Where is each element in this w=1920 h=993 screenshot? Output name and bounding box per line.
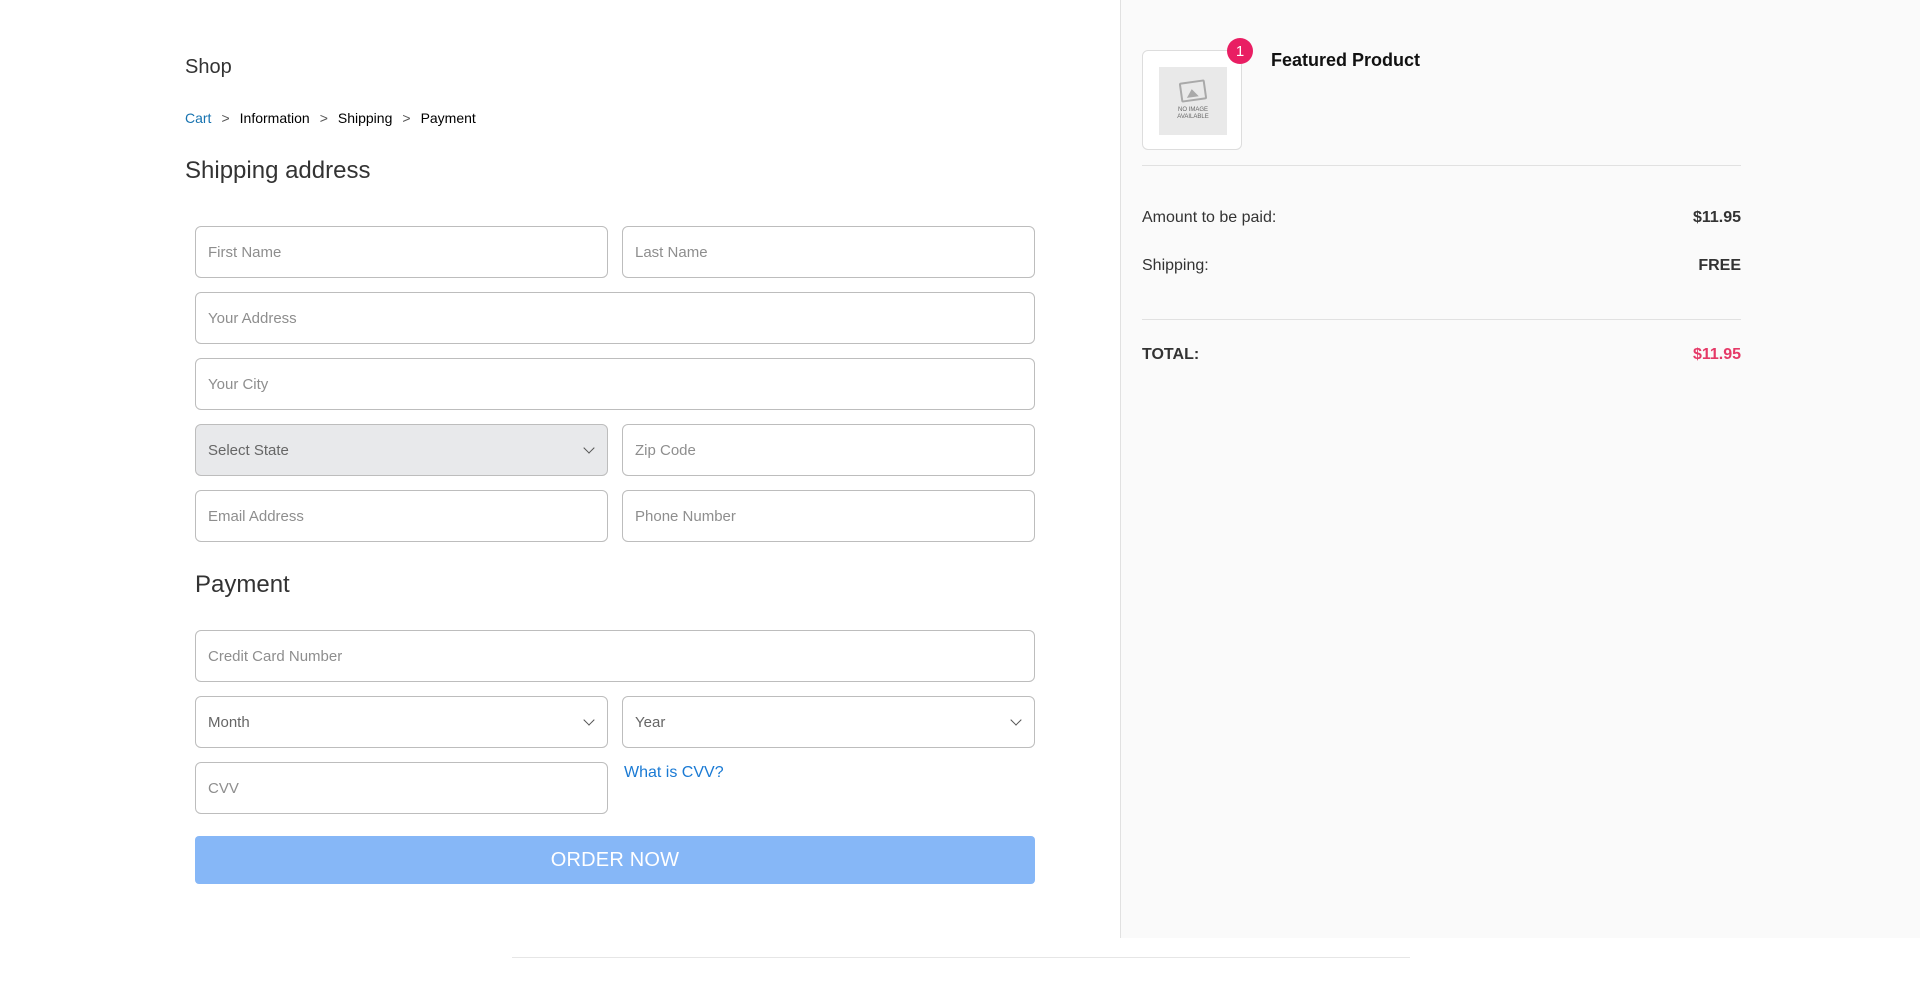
shop-title[interactable]: Shop (185, 56, 232, 79)
order-now-button[interactable]: ORDER NOW (195, 836, 1035, 884)
state-select-value: Select State (208, 441, 289, 459)
shipping-row: Shipping: FREE (1142, 257, 1741, 275)
payment-heading: Payment (195, 571, 290, 598)
state-select[interactable]: Select State (195, 424, 608, 476)
email-field[interactable] (195, 490, 608, 542)
zip-code-field[interactable] (622, 424, 1035, 476)
footer-divider (512, 957, 1410, 958)
breadcrumb-shipping: Shipping (337, 110, 393, 126)
email-input[interactable] (208, 507, 595, 525)
no-image-icon: NO IMAGE AVAILABLE (1159, 67, 1227, 135)
city-field[interactable] (195, 358, 1035, 410)
order-summary-panel: NO IMAGE AVAILABLE 1 Featured Product Am… (1120, 0, 1920, 938)
month-select-value: Month (208, 713, 250, 731)
breadcrumb-cart[interactable]: Cart (185, 110, 211, 126)
credit-card-input[interactable] (208, 647, 1022, 665)
last-name-input[interactable] (635, 243, 1022, 261)
credit-card-field[interactable] (195, 630, 1035, 682)
breadcrumb-payment: Payment (420, 110, 476, 126)
chevron-down-icon (1010, 713, 1022, 726)
cvv-field[interactable] (195, 762, 608, 814)
year-select-value: Year (635, 713, 666, 731)
total-label: TOTAL: (1142, 346, 1200, 363)
zip-code-input[interactable] (635, 441, 1022, 459)
year-select[interactable]: Year (622, 696, 1035, 748)
shipping-label: Shipping: (1142, 257, 1209, 274)
summary-divider (1142, 165, 1741, 166)
address-input[interactable] (208, 309, 1022, 327)
shipping-address-heading: Shipping address (185, 157, 371, 184)
shipping-value: FREE (1698, 257, 1741, 274)
what-is-cvv-link[interactable]: What is CVV? (624, 764, 724, 782)
chevron-down-icon (583, 713, 595, 726)
product-name: Featured Product (1271, 50, 1421, 70)
last-name-field[interactable] (622, 226, 1035, 278)
breadcrumb-separator: > (402, 110, 411, 126)
amount-label: Amount to be paid: (1142, 209, 1277, 226)
quantity-badge: 1 (1227, 38, 1253, 64)
month-select[interactable]: Month (195, 696, 608, 748)
no-image-text: NO IMAGE AVAILABLE (1177, 107, 1209, 120)
breadcrumb-separator: > (221, 110, 230, 126)
summary-divider (1142, 319, 1741, 320)
total-row: TOTAL: $11.95 (1142, 346, 1741, 364)
first-name-input[interactable] (208, 243, 595, 261)
phone-field[interactable] (622, 490, 1035, 542)
photo-icon (1178, 79, 1208, 103)
cvv-input[interactable] (208, 779, 595, 797)
breadcrumb-separator: > (319, 110, 328, 126)
chevron-down-icon (583, 441, 595, 454)
amount-row: Amount to be paid: $11.95 (1142, 209, 1741, 227)
total-value: $11.95 (1692, 346, 1741, 363)
breadcrumb-information: Information (239, 110, 310, 126)
first-name-field[interactable] (195, 226, 608, 278)
checkout-form-panel: Shop Cart > Information > Shipping > Pay… (0, 0, 1120, 938)
address-field[interactable] (195, 292, 1035, 344)
amount-value: $11.95 (1692, 209, 1741, 226)
phone-input[interactable] (635, 507, 1022, 525)
city-input[interactable] (208, 375, 1022, 393)
product-thumbnail: NO IMAGE AVAILABLE (1142, 50, 1242, 150)
breadcrumb: Cart > Information > Shipping > Payment (185, 110, 476, 126)
